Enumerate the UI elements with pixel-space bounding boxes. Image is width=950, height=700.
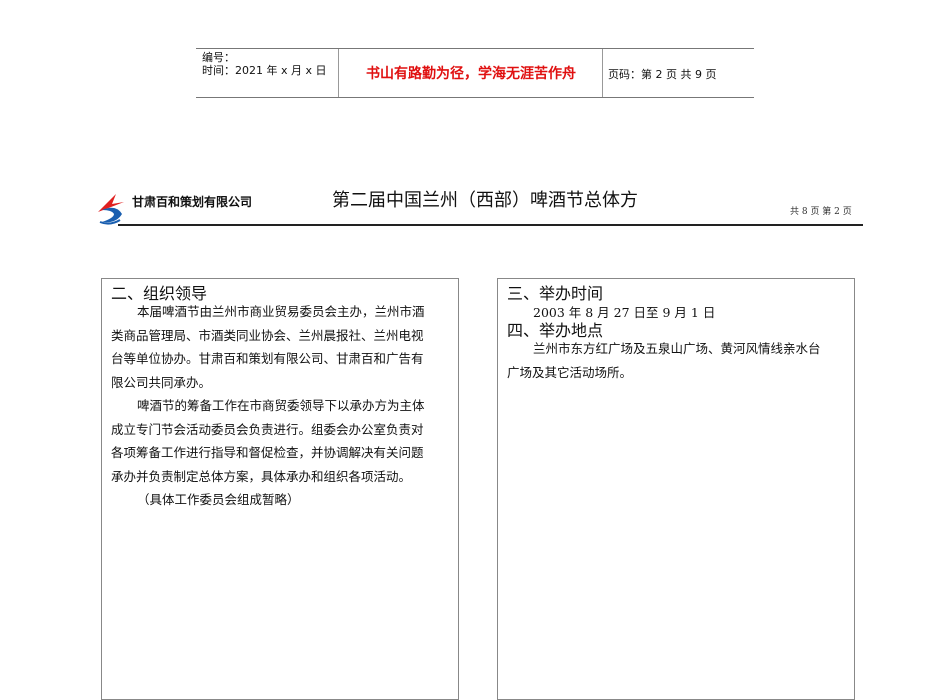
motto: 书山有路勤为径，学海无涯苦作舟 <box>366 66 576 82</box>
paragraph-line: 台等单位协办。甘肃百和策划有限公司、甘肃百和广告有 <box>111 351 424 366</box>
page-count: 共 8 页 第 2 页 <box>790 207 852 217</box>
event-dates: 2003 年 8 月 27 日至 9 月 1 日 <box>533 305 716 320</box>
paragraph-line: 兰州市东方红广场及五泉山广场、黄河风情线亲水台 <box>533 341 821 356</box>
paragraph-line: 啤酒节的筹备工作在市商贸委领导下以承办方为主体 <box>137 398 425 413</box>
header-meta: 编号： 时间：2021 年 x 月 x 日 <box>202 51 327 77</box>
company-name: 甘肃百和策划有限公司 <box>132 195 253 209</box>
paragraph-line: 本届啤酒节由兰州市商业贸易委员会主办，兰州市酒 <box>137 304 425 319</box>
divider <box>602 49 603 97</box>
company-logo-icon <box>98 194 124 225</box>
number-label: 编号： <box>202 51 235 64</box>
paragraph-line: 承办并负责制定总体方案，具体承办和组织各项活动。 <box>111 468 412 484</box>
section-organization: 二、组织领导 本届啤酒节由兰州市商业贸易委员会主办，兰州市酒 类商品管理局、市酒… <box>101 278 459 700</box>
paragraph-line: 成立专门节会活动委员会负责进行。组委会办公室负责对 <box>111 421 424 437</box>
paragraph-line: 限公司共同承办。 <box>111 374 212 390</box>
paragraph-line: 广场及其它活动场所。 <box>507 364 633 380</box>
paragraph-line: 类商品管理局、市酒类同业协会、兰州晨报社、兰州电视 <box>111 327 424 343</box>
time-label: 时间：2021 年 x 月 x 日 <box>202 64 327 77</box>
header-rule <box>118 224 863 226</box>
section-heading-time: 三、举办时间 <box>507 284 604 303</box>
document-title: 第二届中国兰州（西部）啤酒节总体方 <box>332 190 638 211</box>
page-header-table: 编号： 时间：2021 年 x 月 x 日 书山有路勤为径，学海无涯苦作舟 页码… <box>196 48 754 98</box>
page-code: 页码：第 2 页 共 9 页 <box>608 68 717 81</box>
section-time-place: 三、举办时间 2003 年 8 月 27 日至 9 月 1 日 四、举办地点 兰… <box>497 278 855 700</box>
paragraph-line: 各项筹备工作进行指导和督促检查，并协调解决有关问题 <box>111 445 424 460</box>
paragraph-line: （具体工作委员会组成暂略） <box>137 492 300 507</box>
